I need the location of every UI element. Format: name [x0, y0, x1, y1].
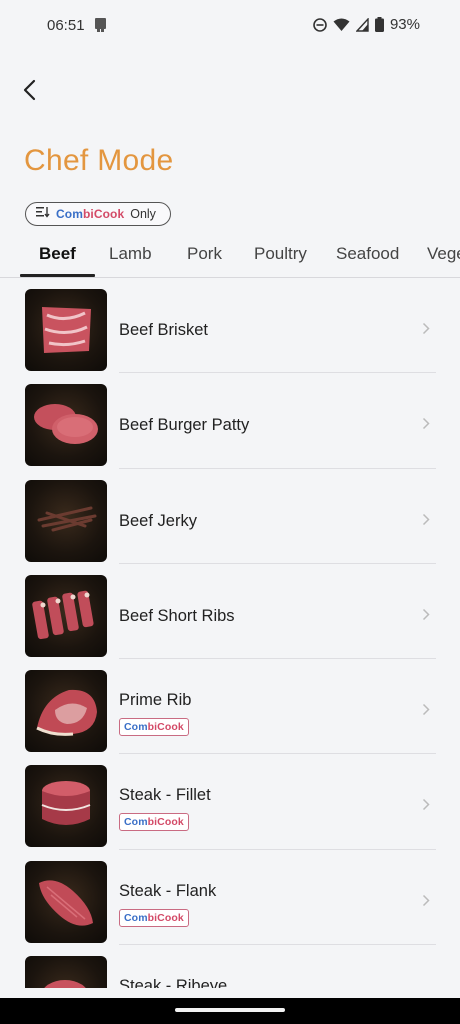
- combicook-badge: Com biCook: [119, 908, 189, 927]
- item-title: Beef Short Ribs: [119, 606, 235, 625]
- item-title: Beef Jerky: [119, 511, 197, 530]
- item-title: Prime Rib: [119, 691, 192, 710]
- tab-beef[interactable]: Beef: [39, 244, 76, 264]
- home-indicator[interactable]: [175, 1008, 285, 1012]
- page-title: Chef Mode: [24, 144, 174, 177]
- tab-pork[interactable]: Pork: [187, 244, 222, 264]
- tab-vegetables[interactable]: Vege: [427, 244, 460, 264]
- item-title: Beef Burger Patty: [119, 416, 250, 435]
- ribeye-thumbnail: [25, 956, 107, 988]
- chevron-right-icon: [422, 417, 430, 435]
- battery-icon: [374, 17, 384, 32]
- tab-seafood[interactable]: Seafood: [336, 244, 399, 264]
- chevron-right-icon: [422, 322, 430, 340]
- status-bar: 06:51 93%: [0, 0, 460, 52]
- fillet-thumbnail: [25, 765, 107, 848]
- item-title: Steak - Flank: [119, 881, 217, 900]
- filter-label: Only: [130, 207, 156, 221]
- list-item[interactable]: Steak - Fillet Com biCook: [0, 754, 460, 850]
- tab-lamb[interactable]: Lamb: [109, 244, 152, 264]
- list-item[interactable]: Prime Rib Com biCook: [0, 659, 460, 755]
- status-time: 06:51: [47, 17, 85, 34]
- jerky-thumbnail: [25, 479, 107, 562]
- chevron-right-icon: [422, 608, 430, 626]
- list-item[interactable]: Beef Brisket: [0, 278, 460, 374]
- chevron-right-icon: [422, 703, 430, 721]
- item-title: Steak - Ribeye: [119, 977, 228, 988]
- prime-rib-thumbnail: [25, 670, 107, 753]
- brisket-thumbnail: [25, 289, 107, 371]
- recipe-list: Beef Brisket Beef Burger Patty Beef Jerk…: [0, 278, 460, 988]
- item-title: Beef Brisket: [119, 321, 208, 339]
- list-item[interactable]: Beef Short Ribs: [0, 564, 460, 660]
- tab-poultry[interactable]: Poultry: [254, 244, 307, 264]
- chevron-right-icon: [422, 513, 430, 531]
- list-item[interactable]: Beef Burger Patty: [0, 373, 460, 469]
- do-not-disturb-icon: [313, 17, 327, 32]
- list-item[interactable]: Beef Jerky: [0, 469, 460, 564]
- combicook-badge: Com biCook: [119, 813, 189, 832]
- cell-signal-icon: [355, 17, 369, 32]
- category-tabs: Beef Lamb Pork Poultry Seafood Vege: [0, 232, 460, 278]
- burger-patty-thumbnail: [25, 384, 107, 467]
- combicook-only-filter[interactable]: CombiCook Only: [25, 202, 171, 226]
- short-ribs-thumbnail: [25, 574, 107, 657]
- flank-thumbnail: [25, 860, 107, 943]
- status-icons: 93%: [313, 16, 420, 33]
- item-title: Steak - Fillet: [119, 786, 211, 805]
- wifi-icon: [333, 18, 350, 32]
- battery-percent: 93%: [389, 16, 420, 33]
- combicook-badge: Com biCook: [119, 718, 189, 737]
- notification-app-icon: [93, 17, 109, 38]
- list-item[interactable]: Steak - Ribeye: [0, 945, 460, 988]
- list-item[interactable]: Steak - Flank Com biCook: [0, 850, 460, 946]
- active-tab-indicator: [20, 274, 95, 277]
- sort-filter-icon: [36, 205, 50, 223]
- back-arrow-icon: [23, 79, 36, 101]
- chevron-right-icon: [422, 798, 430, 816]
- chevron-right-icon: [422, 894, 430, 912]
- combicook-logo: CombiCook: [56, 207, 125, 221]
- back-button[interactable]: [14, 74, 46, 106]
